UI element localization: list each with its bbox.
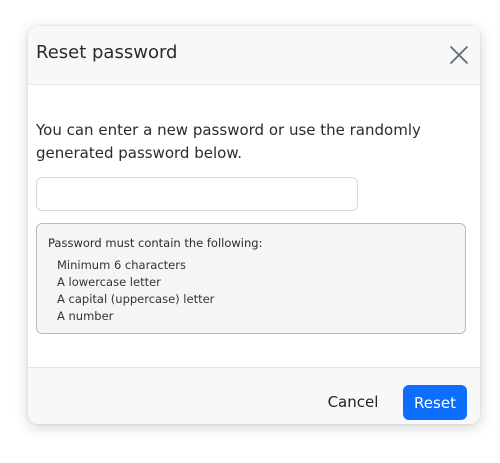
requirement-min-length: Minimum 6 characters (57, 258, 186, 272)
new-password-input[interactable] (36, 177, 358, 211)
requirements-title: Password must contain the following: (48, 236, 263, 250)
reset-button[interactable]: Reset (403, 385, 467, 420)
close-button[interactable] (448, 44, 470, 66)
requirements-list: Minimum 6 characters A lowercase letter … (57, 257, 214, 325)
dialog-header: Reset password (28, 26, 480, 85)
dialog-body: You can enter a new password or use the … (28, 85, 480, 367)
close-icon (450, 46, 468, 64)
requirement-number: A number (57, 309, 114, 323)
password-requirements-box: Password must contain the following: Min… (36, 223, 466, 334)
requirement-uppercase: A capital (uppercase) letter (57, 292, 215, 306)
requirement-lowercase: A lowercase letter (57, 275, 161, 289)
dialog-footer: Cancel Reset (28, 367, 480, 424)
intro-text: You can enter a new password or use the … (36, 121, 421, 162)
dialog-title: Reset password (36, 42, 178, 63)
reset-password-dialog: Reset password You can enter a new passw… (28, 26, 480, 424)
cancel-button[interactable]: Cancel (318, 385, 388, 419)
